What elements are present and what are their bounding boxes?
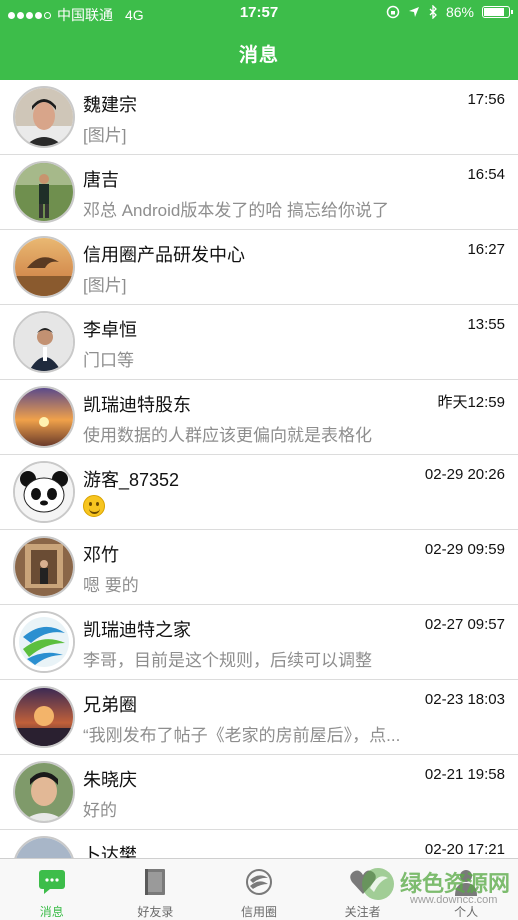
contact-name: 游客_87352 [83, 470, 180, 490]
tab-messages[interactable]: 消息 [0, 859, 104, 920]
message-time: 13:55 [467, 316, 505, 333]
tab-label: 关注者 [344, 905, 381, 919]
tab-label: 信用圈 [240, 905, 277, 919]
message-time: 02-23 18:03 [424, 691, 505, 708]
avatar [13, 461, 75, 523]
contact-name: 凯瑞迪特之家 [83, 620, 191, 640]
conversation-list[interactable]: 魏建宗 17:56 [图片] 唐吉 16:54 邓总 Android版本发了的哈… [0, 80, 518, 858]
page-title: 消息 [238, 44, 279, 66]
avatar [13, 536, 75, 598]
message-preview: 李哥，目前是这个规则，后续可以调整 [83, 651, 372, 670]
avatar [13, 761, 75, 823]
message-preview: [图片] [83, 126, 127, 145]
contact-name: 兄弟圈 [83, 695, 137, 715]
contact-name: 唐吉 [83, 170, 119, 190]
message-preview: 好的 [83, 801, 117, 820]
avatar [13, 836, 75, 858]
message-time: 16:54 [467, 166, 505, 183]
tab-label: 好友录 [137, 905, 174, 919]
message-time: 昨天12:59 [437, 394, 505, 411]
conversation-row[interactable]: 李卓恒 13:55 门口等 [0, 305, 518, 380]
status-bar: 中国联通 4G 17:57 86% [0, 0, 518, 26]
battery-icon [482, 6, 513, 18]
conversation-row[interactable]: 邓竹 02-29 09:59 嗯 要的 [0, 530, 518, 605]
message-preview: 门口等 [83, 351, 134, 370]
message-time: 02-27 09:57 [424, 616, 505, 633]
person-icon [449, 867, 483, 897]
conversation-row[interactable]: 凯瑞迪特股东 昨天12:59 使用数据的人群应该更偏向就是表格化 [0, 380, 518, 455]
contact-name: 邓竹 [83, 545, 119, 565]
bluetooth-icon [429, 5, 437, 19]
rotation-lock-icon [386, 5, 400, 19]
contact-name: 凯瑞迪特股东 [83, 395, 191, 415]
conversation-row[interactable]: 游客_87352 02-29 20:26 [0, 455, 518, 530]
message-preview: 使用数据的人群应该更偏向就是表格化 [83, 426, 372, 445]
contact-name: 魏建宗 [83, 95, 137, 115]
conversation-row[interactable]: 兄弟圈 02-23 18:03 “我刚发布了帖子《老家的房前屋后》，点... [0, 680, 518, 755]
nav-bar: 消息 [0, 26, 518, 80]
tab-credit-circle[interactable]: 信用圈 [207, 859, 311, 920]
conversation-row[interactable]: 凯瑞迪特之家 02-27 09:57 李哥，目前是这个规则，后续可以调整 [0, 605, 518, 680]
contact-name: 李卓恒 [83, 320, 137, 340]
avatar [13, 236, 75, 298]
conversation-row[interactable]: 朱晓庆 02-21 19:58 好的 [0, 755, 518, 830]
conversation-row[interactable]: 卜达樊 02-20 17:21 [0, 830, 518, 858]
smiley-emoji-icon [83, 495, 105, 517]
message-preview: 邓总 Android版本发了的哈 搞忘给你说了 [83, 201, 390, 220]
avatar [13, 611, 75, 673]
contact-name: 信用圈产品研发中心 [83, 245, 245, 265]
conversation-row[interactable]: 魏建宗 17:56 [图片] [0, 80, 518, 155]
avatar [13, 311, 75, 373]
contact-name: 朱晓庆 [83, 770, 137, 790]
avatar [13, 386, 75, 448]
avatar [13, 686, 75, 748]
message-preview: “我刚发布了帖子《老家的房前屋后》，点... [83, 726, 401, 745]
avatar [13, 161, 75, 223]
conversation-row[interactable]: 信用圈产品研发中心 16:27 [图片] [0, 230, 518, 305]
conversation-row[interactable]: 唐吉 16:54 邓总 Android版本发了的哈 搞忘给你说了 [0, 155, 518, 230]
message-time: 16:27 [467, 241, 505, 258]
message-time: 17:56 [467, 91, 505, 108]
message-time: 02-29 09:59 [424, 541, 505, 558]
status-right: 86% [386, 4, 513, 20]
contact-name: 卜达樊 [83, 845, 137, 858]
tab-profile[interactable]: 个人 [414, 859, 518, 920]
tab-label: 消息 [39, 905, 64, 919]
message-time: 02-29 20:26 [424, 466, 505, 483]
heart-icon [346, 867, 380, 897]
credit-circle-icon [242, 867, 276, 897]
message-time: 02-21 19:58 [424, 766, 505, 783]
avatar [13, 86, 75, 148]
tab-label: 个人 [454, 905, 479, 919]
contacts-book-icon [138, 867, 172, 897]
chat-icon [35, 867, 69, 897]
tab-bar: 消息 好友录 信用圈 关注者 个人 [0, 858, 518, 920]
message-preview: [图片] [83, 276, 127, 295]
message-time: 02-20 17:21 [424, 841, 505, 858]
message-preview: 嗯 要的 [83, 576, 139, 595]
tab-followers[interactable]: 关注者 [311, 859, 415, 920]
tab-contacts[interactable]: 好友录 [104, 859, 208, 920]
battery-percent: 86% [445, 4, 474, 20]
location-icon [408, 7, 419, 17]
